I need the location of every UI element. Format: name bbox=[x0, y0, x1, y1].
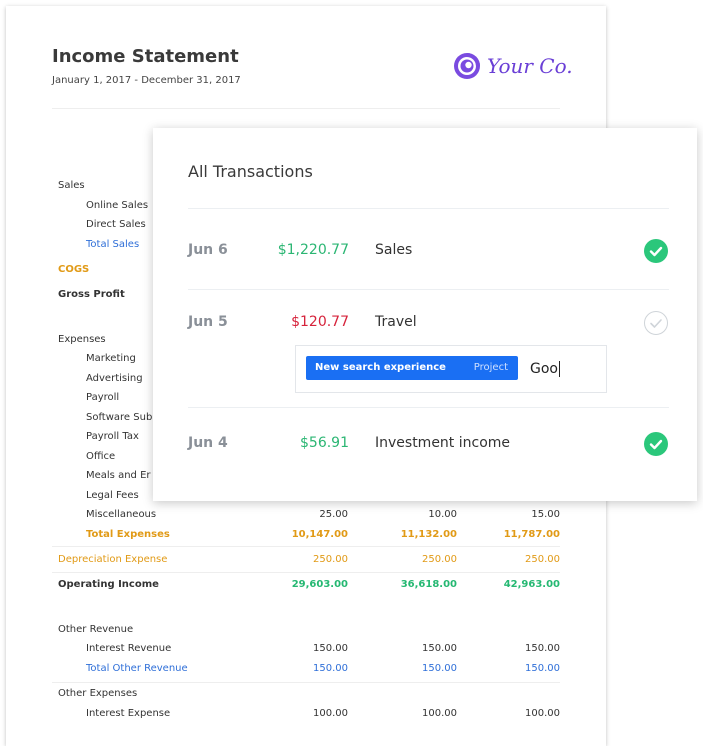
value-col1: 150.00 bbox=[313, 663, 348, 674]
value-col1: 10,147.00 bbox=[291, 529, 348, 540]
search-suggestion[interactable]: New search experience Project bbox=[306, 356, 518, 380]
row-label: Advertising bbox=[86, 373, 143, 384]
search-query: Goo bbox=[530, 361, 558, 377]
row-other-revenue: Other Revenue bbox=[6, 622, 606, 638]
row-label: Other Expenses bbox=[58, 688, 138, 699]
row-label: Payroll bbox=[86, 392, 120, 403]
value-col3: 150.00 bbox=[525, 643, 560, 654]
value-col1: 100.00 bbox=[313, 708, 348, 719]
checked-circle-icon[interactable] bbox=[644, 239, 668, 263]
header-divider bbox=[52, 108, 560, 109]
value-col1: 150.00 bbox=[313, 643, 348, 654]
row-label: Marketing bbox=[86, 353, 136, 364]
row-operating-income: Operating Income 29,603.00 36,618.00 42,… bbox=[6, 577, 606, 593]
spiral-logo-icon bbox=[454, 53, 480, 79]
value-col3: 15.00 bbox=[531, 509, 560, 520]
row-label: Office bbox=[86, 451, 116, 462]
transaction-date: Jun 5 bbox=[188, 314, 228, 330]
transaction-category: Investment income bbox=[375, 435, 511, 451]
category-search[interactable]: New search experience Project Goo bbox=[295, 345, 607, 393]
transaction-row[interactable]: Jun 6 $1,220.77 Sales bbox=[153, 235, 697, 265]
modal-divider bbox=[188, 208, 669, 209]
row-label: Sales bbox=[58, 180, 85, 191]
row-label: Payroll Tax bbox=[86, 431, 139, 442]
row-divider bbox=[52, 682, 560, 683]
value-col2: 150.00 bbox=[422, 643, 457, 654]
transaction-row[interactable]: Jun 5 $120.77 Travel bbox=[153, 307, 697, 337]
modal-title: All Transactions bbox=[188, 162, 313, 181]
row-total-other-revenue: Total Other Revenue 150.00 150.00 150.00 bbox=[6, 661, 606, 677]
row-label: Meals and Er bbox=[86, 470, 151, 481]
value-col3: 100.00 bbox=[525, 708, 560, 719]
row-label: Total Expenses bbox=[86, 529, 170, 540]
modal-divider bbox=[188, 407, 669, 408]
text-caret bbox=[558, 361, 560, 377]
transaction-amount: $56.91 bbox=[300, 435, 349, 451]
statement-title: Income Statement bbox=[52, 46, 239, 67]
value-col2: 10.00 bbox=[428, 509, 457, 520]
value-col2: 150.00 bbox=[422, 663, 457, 674]
value-col3: 11,787.00 bbox=[503, 529, 560, 540]
row-interest-revenue: Interest Revenue 150.00 150.00 150.00 bbox=[6, 641, 606, 657]
value-col2: 36,618.00 bbox=[400, 579, 457, 590]
row-label: Total Other Revenue bbox=[86, 663, 188, 674]
row-label: Interest Revenue bbox=[86, 643, 172, 654]
value-2017: 25.00 bbox=[319, 509, 348, 520]
unchecked-circle-icon[interactable] bbox=[644, 311, 668, 335]
value-col2: 100.00 bbox=[422, 708, 457, 719]
transactions-modal: All Transactions Jun 6 $1,220.77 Sales J… bbox=[153, 128, 697, 501]
logo-text: Your Co. bbox=[487, 54, 573, 78]
row-label: Depreciation Expense bbox=[58, 554, 168, 565]
row-depreciation: Depreciation Expense 250.00 250.00 250.0… bbox=[6, 552, 606, 568]
suggestion-label: New search experience bbox=[315, 362, 446, 373]
row-label: Miscellaneous bbox=[86, 509, 157, 520]
statement-period: January 1, 2017 - December 31, 2017 bbox=[52, 75, 241, 86]
row-label: Other Revenue bbox=[58, 624, 134, 635]
transaction-amount: $1,220.77 bbox=[277, 242, 349, 258]
transaction-amount: $120.77 bbox=[291, 314, 349, 330]
row-divider bbox=[52, 572, 560, 573]
transaction-date: Jun 6 bbox=[188, 242, 228, 258]
modal-divider bbox=[188, 289, 669, 290]
row-divider bbox=[52, 546, 560, 547]
value-col2: 250.00 bbox=[422, 554, 457, 565]
row-label: Gross Profit bbox=[58, 289, 125, 300]
row-label: Online Sales bbox=[86, 200, 149, 211]
row-label: Software Sub bbox=[86, 412, 153, 423]
value-col1: 250.00 bbox=[313, 554, 348, 565]
search-input[interactable]: Goo bbox=[530, 358, 560, 380]
transaction-date: Jun 4 bbox=[188, 435, 228, 451]
transaction-row[interactable]: Jun 4 $56.91 Investment income bbox=[153, 428, 697, 458]
transaction-category: Sales bbox=[375, 242, 413, 258]
suggestion-type: Project bbox=[473, 362, 508, 373]
row-label: Total Sales bbox=[86, 239, 140, 250]
row-other-expenses: Other Expenses bbox=[6, 686, 606, 702]
row-label: Operating Income bbox=[58, 579, 159, 590]
row-interest-expense: Interest Expense 100.00 100.00 100.00 bbox=[6, 706, 606, 722]
value-col3: 150.00 bbox=[525, 663, 560, 674]
row-total-expenses: Total Expenses 10,147.00 11,132.00 11,78… bbox=[6, 527, 606, 543]
value-col3: 42,963.00 bbox=[503, 579, 560, 590]
value-col2: 11,132.00 bbox=[400, 529, 457, 540]
checked-circle-icon[interactable] bbox=[644, 432, 668, 456]
value-col1: 29,603.00 bbox=[291, 579, 348, 590]
row-miscellaneous: Miscellaneous 25.00 10.00 15.00 bbox=[6, 507, 606, 523]
company-logo: Your Co. bbox=[452, 51, 573, 81]
row-label: Legal Fees bbox=[86, 490, 139, 501]
row-label: COGS bbox=[58, 264, 90, 275]
row-label: Expenses bbox=[58, 334, 106, 345]
row-label: Direct Sales bbox=[86, 219, 146, 230]
row-label: Interest Expense bbox=[86, 708, 171, 719]
value-col3: 250.00 bbox=[525, 554, 560, 565]
transaction-category: Travel bbox=[375, 314, 417, 330]
